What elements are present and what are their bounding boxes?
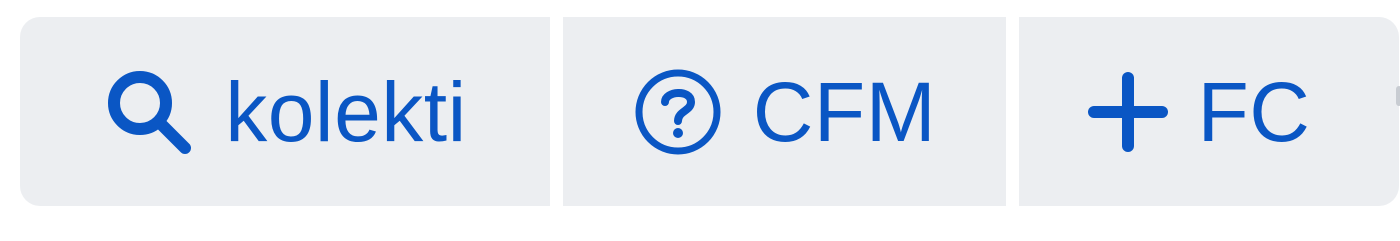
fc-add-button[interactable]: FC <box>1019 17 1399 206</box>
cfm-help-button[interactable]: CFM <box>563 17 1006 206</box>
scroll-edge-indicator <box>1396 86 1400 106</box>
toolbar: kolekti CFM FC <box>20 17 1399 206</box>
kolekti-label: kolekti <box>225 64 467 159</box>
kolekti-search-button[interactable]: kolekti <box>20 17 550 206</box>
help-circle-icon <box>633 67 723 157</box>
plus-icon <box>1087 71 1168 152</box>
search-icon <box>103 66 195 158</box>
fc-label: FC <box>1197 64 1311 159</box>
cfm-label: CFM <box>752 64 937 159</box>
